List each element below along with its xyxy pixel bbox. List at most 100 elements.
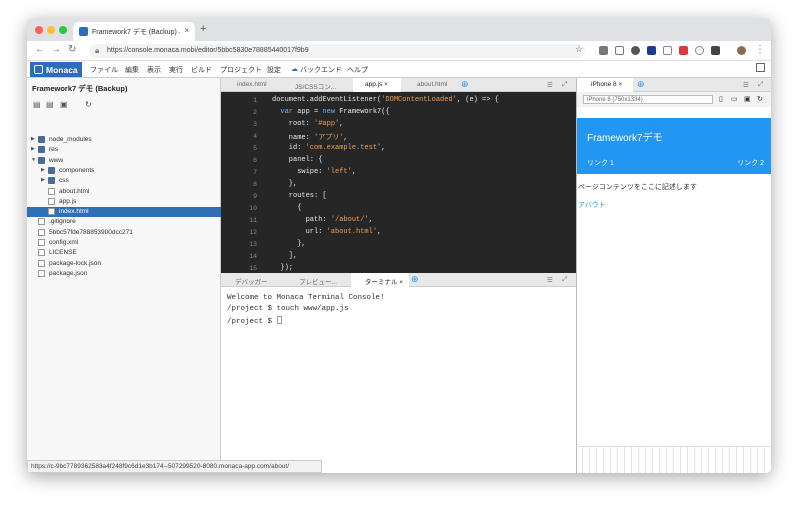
file-icon: [38, 259, 45, 267]
line-number-gutter: 1 2 3 4 5 6 7 8 9 10 11 12 13 14 15: [221, 92, 263, 273]
menu-settings[interactable]: 設定: [267, 65, 281, 75]
tab-about-html[interactable]: about.html: [403, 78, 453, 92]
tree-item[interactable]: ▼ www: [27, 156, 221, 166]
tree-item[interactable]: package-lock.json: [27, 259, 221, 269]
tree-item[interactable]: about.html: [27, 187, 221, 197]
menu-run[interactable]: 実行: [169, 65, 183, 75]
menu-backend[interactable]: バックエンド: [300, 65, 342, 75]
browser-tab[interactable]: Framework7 デモ (Backup) — M ×: [73, 22, 195, 41]
tab-terminal[interactable]: ターミナル ×: [351, 273, 409, 287]
url-bar[interactable]: 🔒︎ https://console.monaca.mobi/editor/5b…: [89, 44, 585, 58]
minimize-window-button[interactable]: [47, 26, 55, 34]
chevron-right-icon[interactable]: ▶: [41, 167, 45, 173]
extension-icon[interactable]: [599, 46, 608, 55]
add-tab-icon[interactable]: ⊕: [411, 273, 419, 287]
chevron-right-icon[interactable]: ▶: [31, 136, 35, 142]
reload-icon[interactable]: ↻: [68, 44, 76, 55]
panel-menu-icon[interactable]: ☰: [743, 78, 749, 92]
landscape-icon[interactable]: ▭: [731, 95, 738, 103]
close-window-button[interactable]: [35, 26, 43, 34]
link-2[interactable]: リンク 2: [737, 158, 764, 168]
chevron-right-icon[interactable]: ▶: [31, 146, 35, 152]
tab-debugger[interactable]: デバッガー: [221, 273, 283, 287]
about-link[interactable]: アバウト: [578, 200, 606, 210]
browser-tab-title: Framework7 デモ (Backup) — M: [92, 29, 180, 36]
code-line: panel: {: [272, 156, 323, 164]
line-number: 13: [249, 241, 257, 248]
avatar[interactable]: [737, 46, 746, 55]
extension-icon[interactable]: [711, 46, 720, 55]
panel-menu-icon[interactable]: ☰: [547, 78, 553, 92]
new-file-icon[interactable]: ▤: [33, 100, 41, 109]
extension-icon[interactable]: [679, 46, 688, 55]
tree-item-label: res: [49, 146, 59, 154]
menu-project[interactable]: プロジェクト: [220, 65, 262, 75]
link-1[interactable]: リンク 1: [587, 158, 614, 168]
tab-index-html[interactable]: index.html: [221, 78, 277, 92]
maximize-icon[interactable]: ⤢: [758, 78, 763, 92]
panel-menu-icon[interactable]: ☰: [547, 273, 553, 287]
tree-item[interactable]: package.json: [27, 269, 221, 279]
tree-item[interactable]: ▶ node_modules: [27, 135, 221, 145]
menu-build[interactable]: ビルド: [191, 65, 212, 75]
bookmark-star-icon[interactable]: ☆: [575, 44, 583, 55]
maximize-icon[interactable]: ⤢: [562, 78, 567, 92]
screenshot-icon[interactable]: ▣: [744, 95, 751, 103]
extension-icon[interactable]: [631, 46, 640, 55]
extension-icon[interactable]: [647, 46, 656, 55]
terminal-line: Welcome to Monaca Terminal Console!: [227, 294, 385, 302]
chevron-right-icon[interactable]: ▶: [41, 177, 45, 183]
extension-icon[interactable]: [615, 46, 624, 55]
device-select[interactable]: iPhone 8 (750x1334): [583, 95, 713, 104]
zoom-window-button[interactable]: [59, 26, 67, 34]
forward-icon[interactable]: →: [51, 44, 61, 55]
add-tab-icon[interactable]: ⊕: [637, 78, 645, 92]
menu-view[interactable]: 表示: [147, 65, 161, 75]
new-folder-icon[interactable]: ▤: [46, 100, 54, 109]
tree-item[interactable]: config.xml: [27, 238, 221, 248]
new-tab-button[interactable]: +: [200, 23, 206, 35]
layout-toggle-icon[interactable]: [756, 63, 765, 72]
close-tab-icon[interactable]: ×: [184, 26, 189, 35]
terminal-console[interactable]: Welcome to Monaca Terminal Console! /pro…: [221, 287, 576, 473]
extension-icon[interactable]: [663, 46, 672, 55]
tree-item[interactable]: LICENSE: [27, 248, 221, 258]
tab-iphone-preview[interactable]: iPhone 8 ×: [577, 78, 633, 92]
tab-preview-log[interactable]: プレビュー...: [285, 273, 349, 287]
extension-icon[interactable]: [695, 46, 704, 55]
tree-item[interactable]: .gitignore: [27, 217, 221, 227]
refresh-icon[interactable]: ↻: [85, 100, 92, 109]
tab-js-css-component[interactable]: JS/CSSコン...: [279, 78, 351, 92]
tree-item[interactable]: app.js: [27, 197, 221, 207]
status-bar-url: https://c-9bc7789362583a4f248f9c6d1e3b17…: [27, 460, 322, 473]
tree-item[interactable]: ▶ css: [27, 176, 221, 186]
refresh-icon[interactable]: ↻: [757, 95, 763, 103]
menu-edit[interactable]: 編集: [125, 65, 139, 75]
add-tab-icon[interactable]: ⊕: [461, 78, 469, 92]
tree-item[interactable]: ▶ res: [27, 145, 221, 155]
kebab-menu-icon[interactable]: ⋮: [755, 44, 765, 55]
back-icon[interactable]: ←: [35, 44, 45, 55]
line-number: 12: [249, 229, 257, 236]
tree-item[interactable]: 5bbc57fde788853900dcc271: [27, 228, 221, 238]
code-editor[interactable]: 1 2 3 4 5 6 7 8 9 10 11 12 13 14 15 document.addEventL…: [221, 92, 576, 273]
portrait-icon[interactable]: ▯: [719, 95, 723, 103]
project-title: Framework7 デモ (Backup): [32, 84, 128, 93]
terminal-cursor: [276, 316, 282, 324]
tab-app-js[interactable]: app.js ×: [353, 78, 401, 92]
file-icon: [38, 269, 45, 277]
monaca-menubar: Monaca ファイル 編集 表示 実行 ビルド プロジェクト 設定 ☁ バック…: [27, 61, 771, 78]
app-preview[interactable]: Framework7デモ リンク 1 リンク 2 ページコンテンツをここに記述し…: [576, 107, 771, 473]
page-content-text: ページコンテンツをここに記述します: [578, 184, 697, 191]
line-number: 1: [253, 97, 257, 104]
monaca-logo[interactable]: Monaca: [30, 62, 82, 77]
upload-icon[interactable]: ▣: [60, 100, 68, 109]
maximize-icon[interactable]: ⤢: [562, 273, 567, 287]
tree-item[interactable]: ▶ components: [27, 166, 221, 176]
menu-help[interactable]: ヘルプ: [347, 65, 368, 75]
file-icon: [38, 249, 45, 257]
tree-item[interactable]: index.html: [27, 207, 221, 218]
tree-item-label: index.html: [59, 208, 89, 216]
chevron-down-icon[interactable]: ▼: [31, 157, 36, 163]
menu-file[interactable]: ファイル: [90, 65, 118, 75]
